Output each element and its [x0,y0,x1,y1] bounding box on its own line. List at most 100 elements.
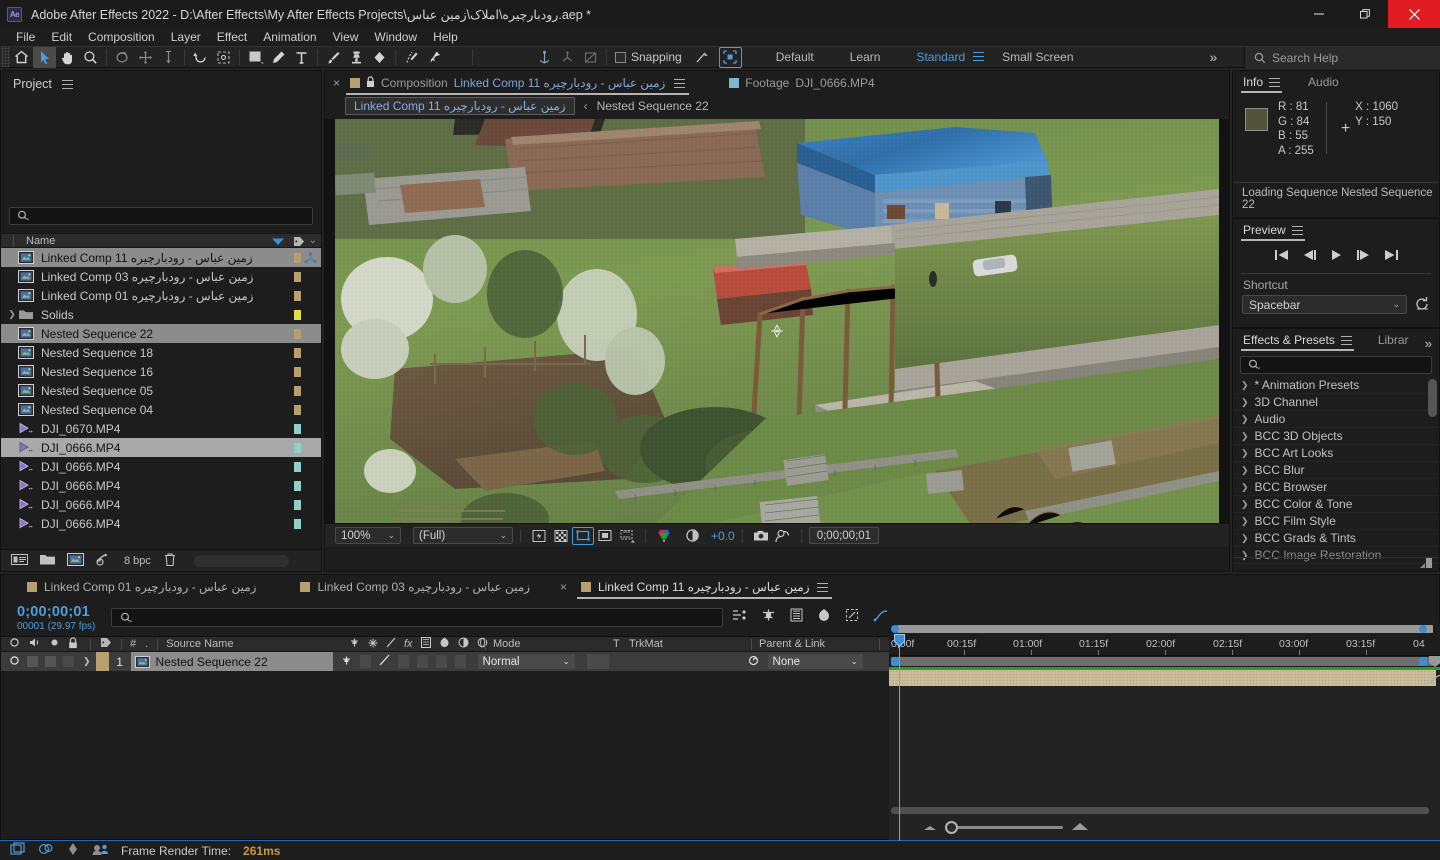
layer-mode-dropdown[interactable]: Normal ⌄ [477,654,575,669]
scrollbar-thumb[interactable] [891,807,1429,814]
toolbar-grip[interactable] [1,47,10,67]
home-icon[interactable] [10,47,33,68]
close-composition-tab-icon[interactable]: × [333,76,340,90]
show-snapshot-icon[interactable] [772,527,794,545]
shortcut-dropdown[interactable]: Spacebar ⌄ [1242,295,1407,314]
zoom-slider[interactable] [945,820,1063,834]
new-folder-icon[interactable] [39,553,56,569]
menu-file[interactable]: File [8,28,43,46]
effect-category-bcc-art-looks[interactable]: ❯ BCC Art Looks [1233,445,1439,462]
layer-source-name[interactable]: Nested Sequence 22 [130,652,333,671]
effect-category-bcc-grads-tints[interactable]: ❯ BCC Grads & Tints [1233,530,1439,547]
pen-tool-icon[interactable] [267,47,290,68]
team-projects-icon[interactable] [92,843,109,859]
tab-composition[interactable]: Composition زمین عباس - رودبارچیره Linke… [342,71,693,95]
workspace-menu-icon[interactable] [973,50,985,64]
layer-label-color[interactable] [95,652,109,671]
unified-camera-icon[interactable] [533,47,556,68]
magnification-dropdown[interactable]: 100% ⌄ [335,527,401,544]
frame-blending-icon[interactable] [817,608,831,625]
project-item-dji-0666-d[interactable]: DJI_0666.MP4 [1,495,321,514]
folder-twisty[interactable]: ❯ [6,309,18,320]
type-tool-icon[interactable] [290,47,313,68]
snapping-toggle[interactable]: Snapping [615,50,682,64]
pan-camera-tool-icon[interactable] [134,47,157,68]
workspace-overflow-button[interactable]: » [1210,49,1218,65]
draft-3d-icon[interactable] [761,608,776,625]
search-help-field[interactable]: Search Help [1244,47,1440,69]
first-frame-icon[interactable] [1274,249,1289,264]
previous-frame-icon[interactable] [1302,249,1317,264]
composition-mini-flowchart-icon[interactable] [731,608,747,625]
project-column-more[interactable]: ⌄ [309,235,317,246]
solo-toggle-icon[interactable] [50,638,59,650]
puppet-pin-tool-icon[interactable] [423,47,446,68]
adjustment-layer-icon[interactable] [458,637,469,651]
project-item-nested-sequence-22[interactable]: Nested Sequence 22 [1,324,321,343]
orbit-null-icon[interactable] [556,47,579,68]
interpret-footage-icon[interactable] [11,553,28,569]
trash-icon[interactable] [163,552,177,570]
new-composition-icon[interactable] [67,552,84,569]
quality-icon[interactable] [386,637,396,651]
collapse-icon[interactable] [368,638,378,651]
close-timeline-tab-icon[interactable]: × [560,580,567,594]
effect-category-bcc-browser[interactable]: ❯ BCC Browser [1233,479,1439,496]
effects-icon[interactable]: fx [404,638,413,650]
sync-settings-icon[interactable] [38,842,54,859]
project-item-linked-comp-01[interactable]: زمین عباس - رودبارچیره Linked Comp 01 [1,286,321,305]
lock-toggle-icon[interactable] [68,636,78,652]
label-color-swatch[interactable] [294,462,301,472]
effect-category-animation-presets[interactable]: ❯ * Animation Presets [1233,377,1439,394]
orbit-camera-tool-icon[interactable] [111,47,134,68]
timeline-current-time[interactable]: 0;00;00;01 [1,604,95,620]
timeline-tab-comp-11[interactable]: زمین عباس - رودبارچیره Linked Comp 11 [569,575,840,599]
anchor-point-tool-icon[interactable] [212,47,235,68]
label-color-swatch[interactable] [294,291,301,301]
project-item-dji-0666-a[interactable]: DJI_0666.MP4 [1,438,321,457]
restore-button[interactable] [1342,0,1388,28]
layer-shy-switch[interactable] [341,655,352,669]
work-area-end-handle[interactable] [1419,625,1427,633]
exposure-value[interactable]: +0.0 [711,529,735,543]
snapping-options-icon[interactable] [690,47,713,68]
project-item-nested-sequence-16[interactable]: Nested Sequence 16 [1,362,321,381]
next-frame-icon[interactable] [1356,249,1371,264]
tab-audio[interactable]: Audio [1298,71,1349,93]
effects-search-input[interactable] [1240,356,1432,374]
label-color-swatch[interactable] [294,253,301,263]
label-color-swatch[interactable] [294,424,301,434]
info-panel-menu-icon[interactable] [1269,77,1281,87]
layer-duration-bar[interactable] [889,670,1436,686]
effect-category-audio[interactable]: ❯ Audio [1233,411,1439,428]
project-tab[interactable]: Project [13,77,52,91]
resolution-dropdown[interactable]: (Full) ⌄ [413,527,513,544]
label-color-swatch[interactable] [294,481,301,491]
layer-quality-switch[interactable] [379,654,390,669]
playhead-handle[interactable] [894,634,905,648]
timeline-duration-strip[interactable] [889,656,1440,667]
layer-parent-dropdown[interactable]: None ⌄ [767,654,863,669]
effects-category-list[interactable]: ❯ * Animation Presets ❯ 3D Channel ❯ Audio … [1233,377,1439,573]
project-item-nested-sequence-18[interactable]: Nested Sequence 18 [1,343,321,362]
project-panel-menu-icon[interactable] [61,79,73,89]
project-item-solids-folder[interactable]: ❯ Solids [1,305,321,324]
zoom-slider-knob[interactable] [945,820,958,834]
duration-end-handle[interactable] [1419,657,1427,666]
composition-viewer[interactable]: 100% ⌄ (Full) ⌄ +0.0 0;00;00;01 [325,119,1229,547]
new-folder-icon[interactable] [1419,557,1433,572]
menu-animation[interactable]: Animation [255,28,324,46]
label-color-swatch[interactable] [294,500,301,510]
frame-blend-icon[interactable] [420,637,431,651]
layer-trkmat-cell[interactable] [586,654,609,669]
effect-category-bcc-3d-objects[interactable]: ❯ BCC 3D Objects [1233,428,1439,445]
minimize-button[interactable] [1296,0,1342,28]
dolly-camera-tool-icon[interactable] [157,47,180,68]
null-transform-icon[interactable] [579,47,602,68]
effects-scrollbar[interactable] [1428,379,1437,417]
channel-rgb-icon[interactable] [653,527,675,545]
lock-icon[interactable] [366,75,375,91]
menu-window[interactable]: Window [366,28,425,46]
layer-solo-toggle[interactable] [45,656,56,667]
workspace-learn[interactable]: Learn [832,50,899,64]
